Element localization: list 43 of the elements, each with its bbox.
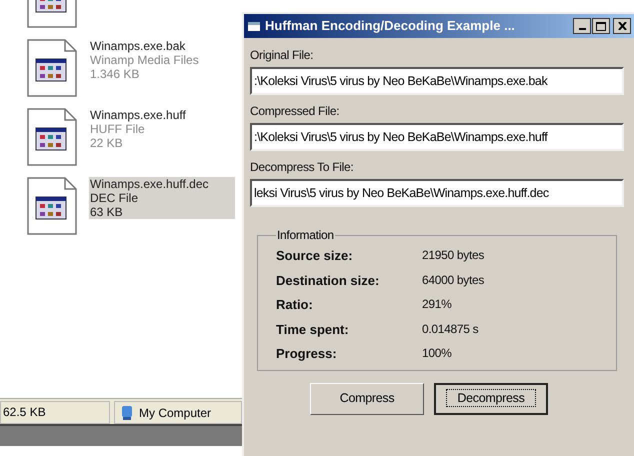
computer-icon: [119, 404, 135, 420]
file-type: Winamp Media Files: [90, 53, 200, 67]
file-name: Winamps.exe.huff: [90, 108, 187, 122]
info-label: Source size:: [276, 247, 354, 265]
file-label[interactable]: Winamps.exe.huff HUFF File 22 KB: [89, 108, 235, 150]
file-label[interactable]: Winamps.exe.huff.dec DEC File 63 KB: [89, 177, 235, 219]
path-field[interactable]: :\Koleksi Virus\5 virus by Neo BeKaBe\Winamps.exe.huff: [250, 123, 624, 151]
minimize-button[interactable]: [573, 18, 591, 34]
field-label: Compressed File:: [250, 103, 340, 120]
status-size: 62.5 KB: [0, 401, 110, 424]
file-type: DEC File: [90, 191, 140, 205]
file-label[interactable]: Winamps.exe.bak Winamp Media Files 1.346 KB: [89, 39, 235, 81]
close-button[interactable]: [613, 18, 631, 34]
window-title: Huffman Encoding/Decoding Example ...: [265, 17, 516, 36]
field-label: Original File:: [250, 47, 314, 64]
info-label: Destination size:: [276, 272, 380, 290]
info-value: 21950 bytes: [422, 247, 486, 264]
action-button[interactable]: Compress: [310, 382, 424, 414]
info-label: Ratio:: [276, 296, 314, 314]
info-value: 0.014875 s: [422, 320, 480, 338]
file-name: Winamps.exe.bak: [90, 39, 186, 53]
file-icon: [27, 177, 77, 235]
info-label: Time spent:: [276, 320, 350, 339]
window-icon: [247, 19, 261, 33]
info-value: 64000 bytes: [422, 272, 486, 288]
field-label: Decompress To File:: [250, 159, 354, 176]
file-icon: [27, 108, 77, 166]
info-label: Progress:: [276, 345, 338, 363]
group-title: Information: [276, 227, 335, 244]
file-size: 22 KB: [90, 136, 124, 150]
path-field[interactable]: :\Koleksi Virus\5 virus by Neo BeKaBe\Winamps.exe.bak: [250, 67, 624, 95]
status-location: My Computer: [114, 401, 242, 424]
close-icon: [618, 22, 626, 30]
file-name: Winamps.exe.huff.dec: [90, 177, 210, 191]
file-icon: [27, 39, 77, 97]
action-button[interactable]: Decompress: [434, 382, 548, 414]
info-value: 291%: [422, 296, 452, 313]
path-field[interactable]: leksi Virus\5 virus by Neo BeKaBe\Winamps.exe.huff.dec: [250, 179, 624, 207]
info-value: 100%: [422, 345, 452, 362]
file-size: 1.346 KB: [90, 67, 140, 81]
maximize-button[interactable]: [592, 18, 610, 34]
file-size: 63 KB: [90, 205, 124, 219]
file-type: HUFF File: [90, 122, 146, 136]
